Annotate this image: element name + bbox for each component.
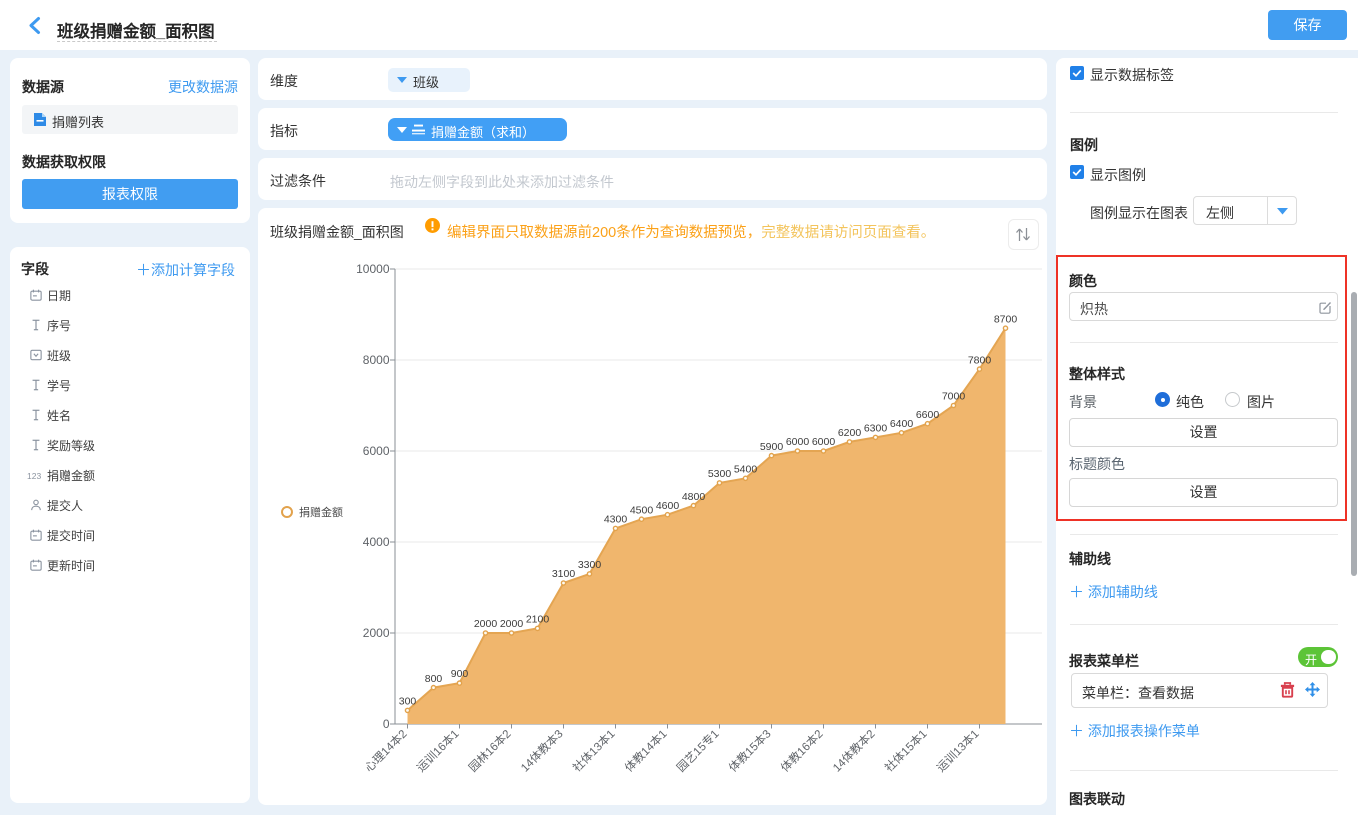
svg-text:心理14本2: 心理14本2 [362, 727, 410, 775]
svg-text:300: 300 [399, 696, 417, 708]
svg-text:0: 0 [383, 717, 390, 731]
svg-text:社体15本1: 社体15本1 [882, 727, 930, 775]
svg-text:6000: 6000 [786, 436, 810, 448]
svg-text:园艺15专1: 园艺15专1 [674, 727, 722, 775]
svg-text:5400: 5400 [734, 464, 758, 476]
svg-text:2000: 2000 [500, 618, 524, 630]
svg-text:6200: 6200 [838, 427, 862, 439]
svg-text:800: 800 [425, 673, 443, 685]
svg-text:5300: 5300 [708, 468, 732, 480]
svg-text:4000: 4000 [363, 535, 390, 549]
svg-text:2000: 2000 [363, 626, 390, 640]
svg-text:4800: 4800 [682, 491, 706, 503]
svg-text:4600: 4600 [656, 500, 680, 512]
svg-text:体教16本2: 体教16本2 [778, 727, 826, 775]
svg-text:14体教本3: 14体教本3 [518, 727, 566, 775]
svg-text:10000: 10000 [356, 262, 390, 276]
svg-text:3100: 3100 [552, 568, 576, 580]
svg-text:8700: 8700 [994, 313, 1018, 325]
svg-text:14体教本2: 14体教本2 [830, 727, 878, 775]
svg-text:7800: 7800 [968, 354, 992, 366]
svg-text:社体13本1: 社体13本1 [570, 727, 618, 775]
svg-text:运训16本1: 运训16本1 [414, 727, 462, 775]
svg-text:4300: 4300 [604, 514, 628, 526]
svg-text:2000: 2000 [474, 618, 498, 630]
svg-text:6400: 6400 [890, 418, 914, 430]
svg-text:900: 900 [451, 668, 469, 680]
svg-text:6000: 6000 [363, 444, 390, 458]
svg-text:7000: 7000 [942, 391, 966, 403]
svg-text:4500: 4500 [630, 504, 654, 516]
svg-text:体教14本1: 体教14本1 [622, 727, 670, 775]
svg-text:2100: 2100 [526, 614, 550, 626]
svg-text:园林16本2: 园林16本2 [466, 727, 514, 775]
svg-text:3300: 3300 [578, 559, 602, 571]
svg-text:体教15本3: 体教15本3 [726, 727, 774, 775]
svg-text:运训13本1: 运训13本1 [934, 727, 982, 775]
svg-text:6300: 6300 [864, 423, 888, 435]
svg-text:5900: 5900 [760, 441, 784, 453]
svg-text:捐赠金额: 捐赠金额 [299, 505, 343, 519]
svg-text:6000: 6000 [812, 436, 836, 448]
svg-text:6600: 6600 [916, 409, 940, 421]
svg-text:8000: 8000 [363, 353, 390, 367]
